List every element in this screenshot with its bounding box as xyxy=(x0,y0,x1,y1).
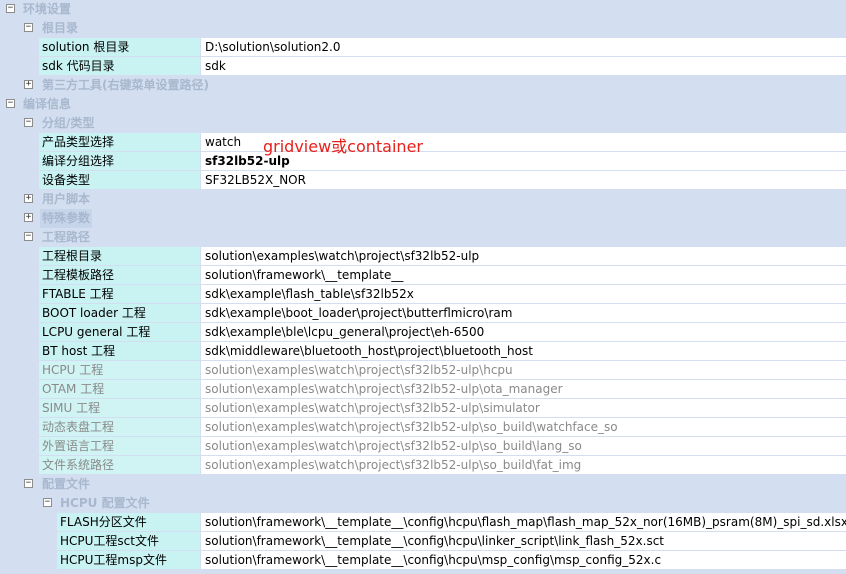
property-name: 工程根目录 xyxy=(39,247,200,265)
property-name: 产品类型选择 xyxy=(39,133,200,151)
collapse-icon[interactable]: − xyxy=(24,479,33,488)
property-row-bt[interactable]: BT host 工程 sdk\middleware\bluetooth_host… xyxy=(0,342,846,361)
property-row-otam[interactable]: OTAM 工程 solution\examples\watch\project\… xyxy=(0,380,846,399)
property-row-template-path[interactable]: 工程模板路径 solution\framework\__template__ xyxy=(0,266,846,285)
property-value[interactable]: SF32LB52X_NOR xyxy=(201,171,846,189)
property-row-boot[interactable]: BOOT loader 工程 sdk\example\boot_loader\p… xyxy=(0,304,846,323)
category-third-party[interactable]: + 第三方工具(右键菜单设置路径) xyxy=(0,76,846,95)
property-value[interactable]: solution\framework\__template__\config\h… xyxy=(201,551,846,569)
collapse-icon[interactable]: − xyxy=(24,232,33,241)
property-value[interactable]: solution\examples\watch\project\sf32lb52… xyxy=(201,456,846,474)
property-row-product-type[interactable]: 产品类型选择 watch xyxy=(0,133,846,152)
property-row-sdk-dir[interactable]: sdk 代码目录 sdk xyxy=(0,57,846,76)
property-row-ftable[interactable]: FTABLE 工程 sdk\example\flash_table\sf32lb… xyxy=(0,285,846,304)
category-env[interactable]: − 环境设置 xyxy=(0,0,846,19)
property-value[interactable]: D:\solution\solution2.0 xyxy=(201,38,846,56)
property-value[interactable]: solution\examples\watch\project\sf32lb52… xyxy=(201,380,846,398)
property-row-compile-group[interactable]: 编译分组选择 sf32lb52-ulp xyxy=(0,152,846,171)
property-row-project-root[interactable]: 工程根目录 solution\examples\watch\project\sf… xyxy=(0,247,846,266)
property-row-device-type[interactable]: 设备类型 SF32LB52X_NOR xyxy=(0,171,846,190)
property-name: LCPU general 工程 xyxy=(39,323,200,341)
property-value[interactable]: solution\framework\__template__ xyxy=(201,266,846,284)
category-label: 环境设置 xyxy=(23,2,72,16)
expand-icon[interactable]: + xyxy=(24,194,33,203)
property-value[interactable]: solution\examples\watch\project\sf32lb52… xyxy=(201,399,846,417)
property-name: OTAM 工程 xyxy=(39,380,200,398)
category-compile[interactable]: − 编译信息 xyxy=(0,95,846,114)
category-label: 配置文件 xyxy=(42,477,91,491)
category-group[interactable]: − 分组/类型 xyxy=(0,114,846,133)
category-label: 分组/类型 xyxy=(42,116,95,130)
property-value[interactable]: solution\framework\__template__\config\h… xyxy=(201,513,846,531)
property-value[interactable]: solution\examples\watch\project\sf32lb52… xyxy=(201,418,846,436)
category-label: 工程路径 xyxy=(42,230,91,244)
property-name: 外置语言工程 xyxy=(39,437,200,455)
property-name: solution 根目录 xyxy=(39,38,200,56)
property-name: 编译分组选择 xyxy=(39,152,200,170)
property-row-solution-root[interactable]: solution 根目录 D:\solution\solution2.0 xyxy=(0,38,846,57)
category-user-script[interactable]: + 用户脚本 xyxy=(0,190,846,209)
property-name: HCPU工程msp文件 xyxy=(57,551,200,569)
category-root-dir[interactable]: − 根目录 xyxy=(0,19,846,38)
category-label: HCPU 配置文件 xyxy=(60,496,150,510)
property-name: 工程模板路径 xyxy=(39,266,200,284)
property-row-hcpu-msp[interactable]: HCPU工程msp文件 solution\framework\__templat… xyxy=(0,551,846,570)
collapse-icon[interactable]: − xyxy=(24,118,33,127)
property-row-flash-part[interactable]: FLASH分区文件 solution\framework\__template_… xyxy=(0,513,846,532)
property-row-fs-path[interactable]: 文件系统路径 solution\examples\watch\project\s… xyxy=(0,456,846,475)
property-name: sdk 代码目录 xyxy=(39,57,200,75)
category-hcpu-config[interactable]: − HCPU 配置文件 xyxy=(0,494,846,513)
property-row-lcpu[interactable]: LCPU general 工程 sdk\example\ble\lcpu_gen… xyxy=(0,323,846,342)
property-value[interactable]: sdk\middleware\bluetooth_host\project\bl… xyxy=(201,342,846,360)
property-name: FTABLE 工程 xyxy=(39,285,200,303)
expand-icon[interactable]: + xyxy=(24,80,33,89)
property-value[interactable]: sdk xyxy=(201,57,846,75)
property-value[interactable]: solution\framework\__template__\config\h… xyxy=(201,532,846,550)
property-name: 文件系统路径 xyxy=(39,456,200,474)
annotation-text: gridview或container xyxy=(263,137,423,156)
property-name: HCPU工程sct文件 xyxy=(57,532,200,550)
property-value[interactable]: solution\examples\watch\project\sf32lb52… xyxy=(201,361,846,379)
property-value[interactable]: sdk\example\boot_loader\project\butterfl… xyxy=(201,304,846,322)
property-row-hcpu[interactable]: HCPU 工程 solution\examples\watch\project\… xyxy=(0,361,846,380)
property-name: 动态表盘工程 xyxy=(39,418,200,436)
property-name: FLASH分区文件 xyxy=(57,513,200,531)
category-label: 编译信息 xyxy=(23,97,72,111)
property-value[interactable]: sdk\example\flash_table\sf32lb52x xyxy=(201,285,846,303)
property-value[interactable]: solution\examples\watch\project\sf32lb52… xyxy=(201,247,846,265)
category-label: 用户脚本 xyxy=(42,192,91,206)
collapse-icon[interactable]: − xyxy=(43,498,52,507)
category-project-paths[interactable]: − 工程路径 xyxy=(0,228,846,247)
property-row-lang[interactable]: 外置语言工程 solution\examples\watch\project\s… xyxy=(0,437,846,456)
property-name: BOOT loader 工程 xyxy=(39,304,200,322)
category-label: 第三方工具(右键菜单设置路径) xyxy=(42,78,209,92)
property-row-watchface[interactable]: 动态表盘工程 solution\examples\watch\project\s… xyxy=(0,418,846,437)
property-value[interactable]: sdk\example\ble\lcpu_general\project\eh-… xyxy=(201,323,846,341)
property-name: 设备类型 xyxy=(39,171,200,189)
property-name: HCPU 工程 xyxy=(39,361,200,379)
collapse-icon[interactable]: − xyxy=(24,23,33,32)
category-label: 根目录 xyxy=(42,21,79,35)
category-label: 特殊参数 xyxy=(40,209,93,228)
collapse-icon[interactable]: − xyxy=(6,99,15,108)
expand-icon[interactable]: + xyxy=(24,213,33,222)
property-name: BT host 工程 xyxy=(39,342,200,360)
category-config-files[interactable]: − 配置文件 xyxy=(0,475,846,494)
category-special[interactable]: + 特殊参数 xyxy=(0,209,846,228)
property-name: SIMU 工程 xyxy=(39,399,200,417)
property-row-hcpu-sct[interactable]: HCPU工程sct文件 solution\framework\__templat… xyxy=(0,532,846,551)
collapse-icon[interactable]: − xyxy=(6,4,15,13)
property-row-simu[interactable]: SIMU 工程 solution\examples\watch\project\… xyxy=(0,399,846,418)
property-value[interactable]: solution\examples\watch\project\sf32lb52… xyxy=(201,437,846,455)
